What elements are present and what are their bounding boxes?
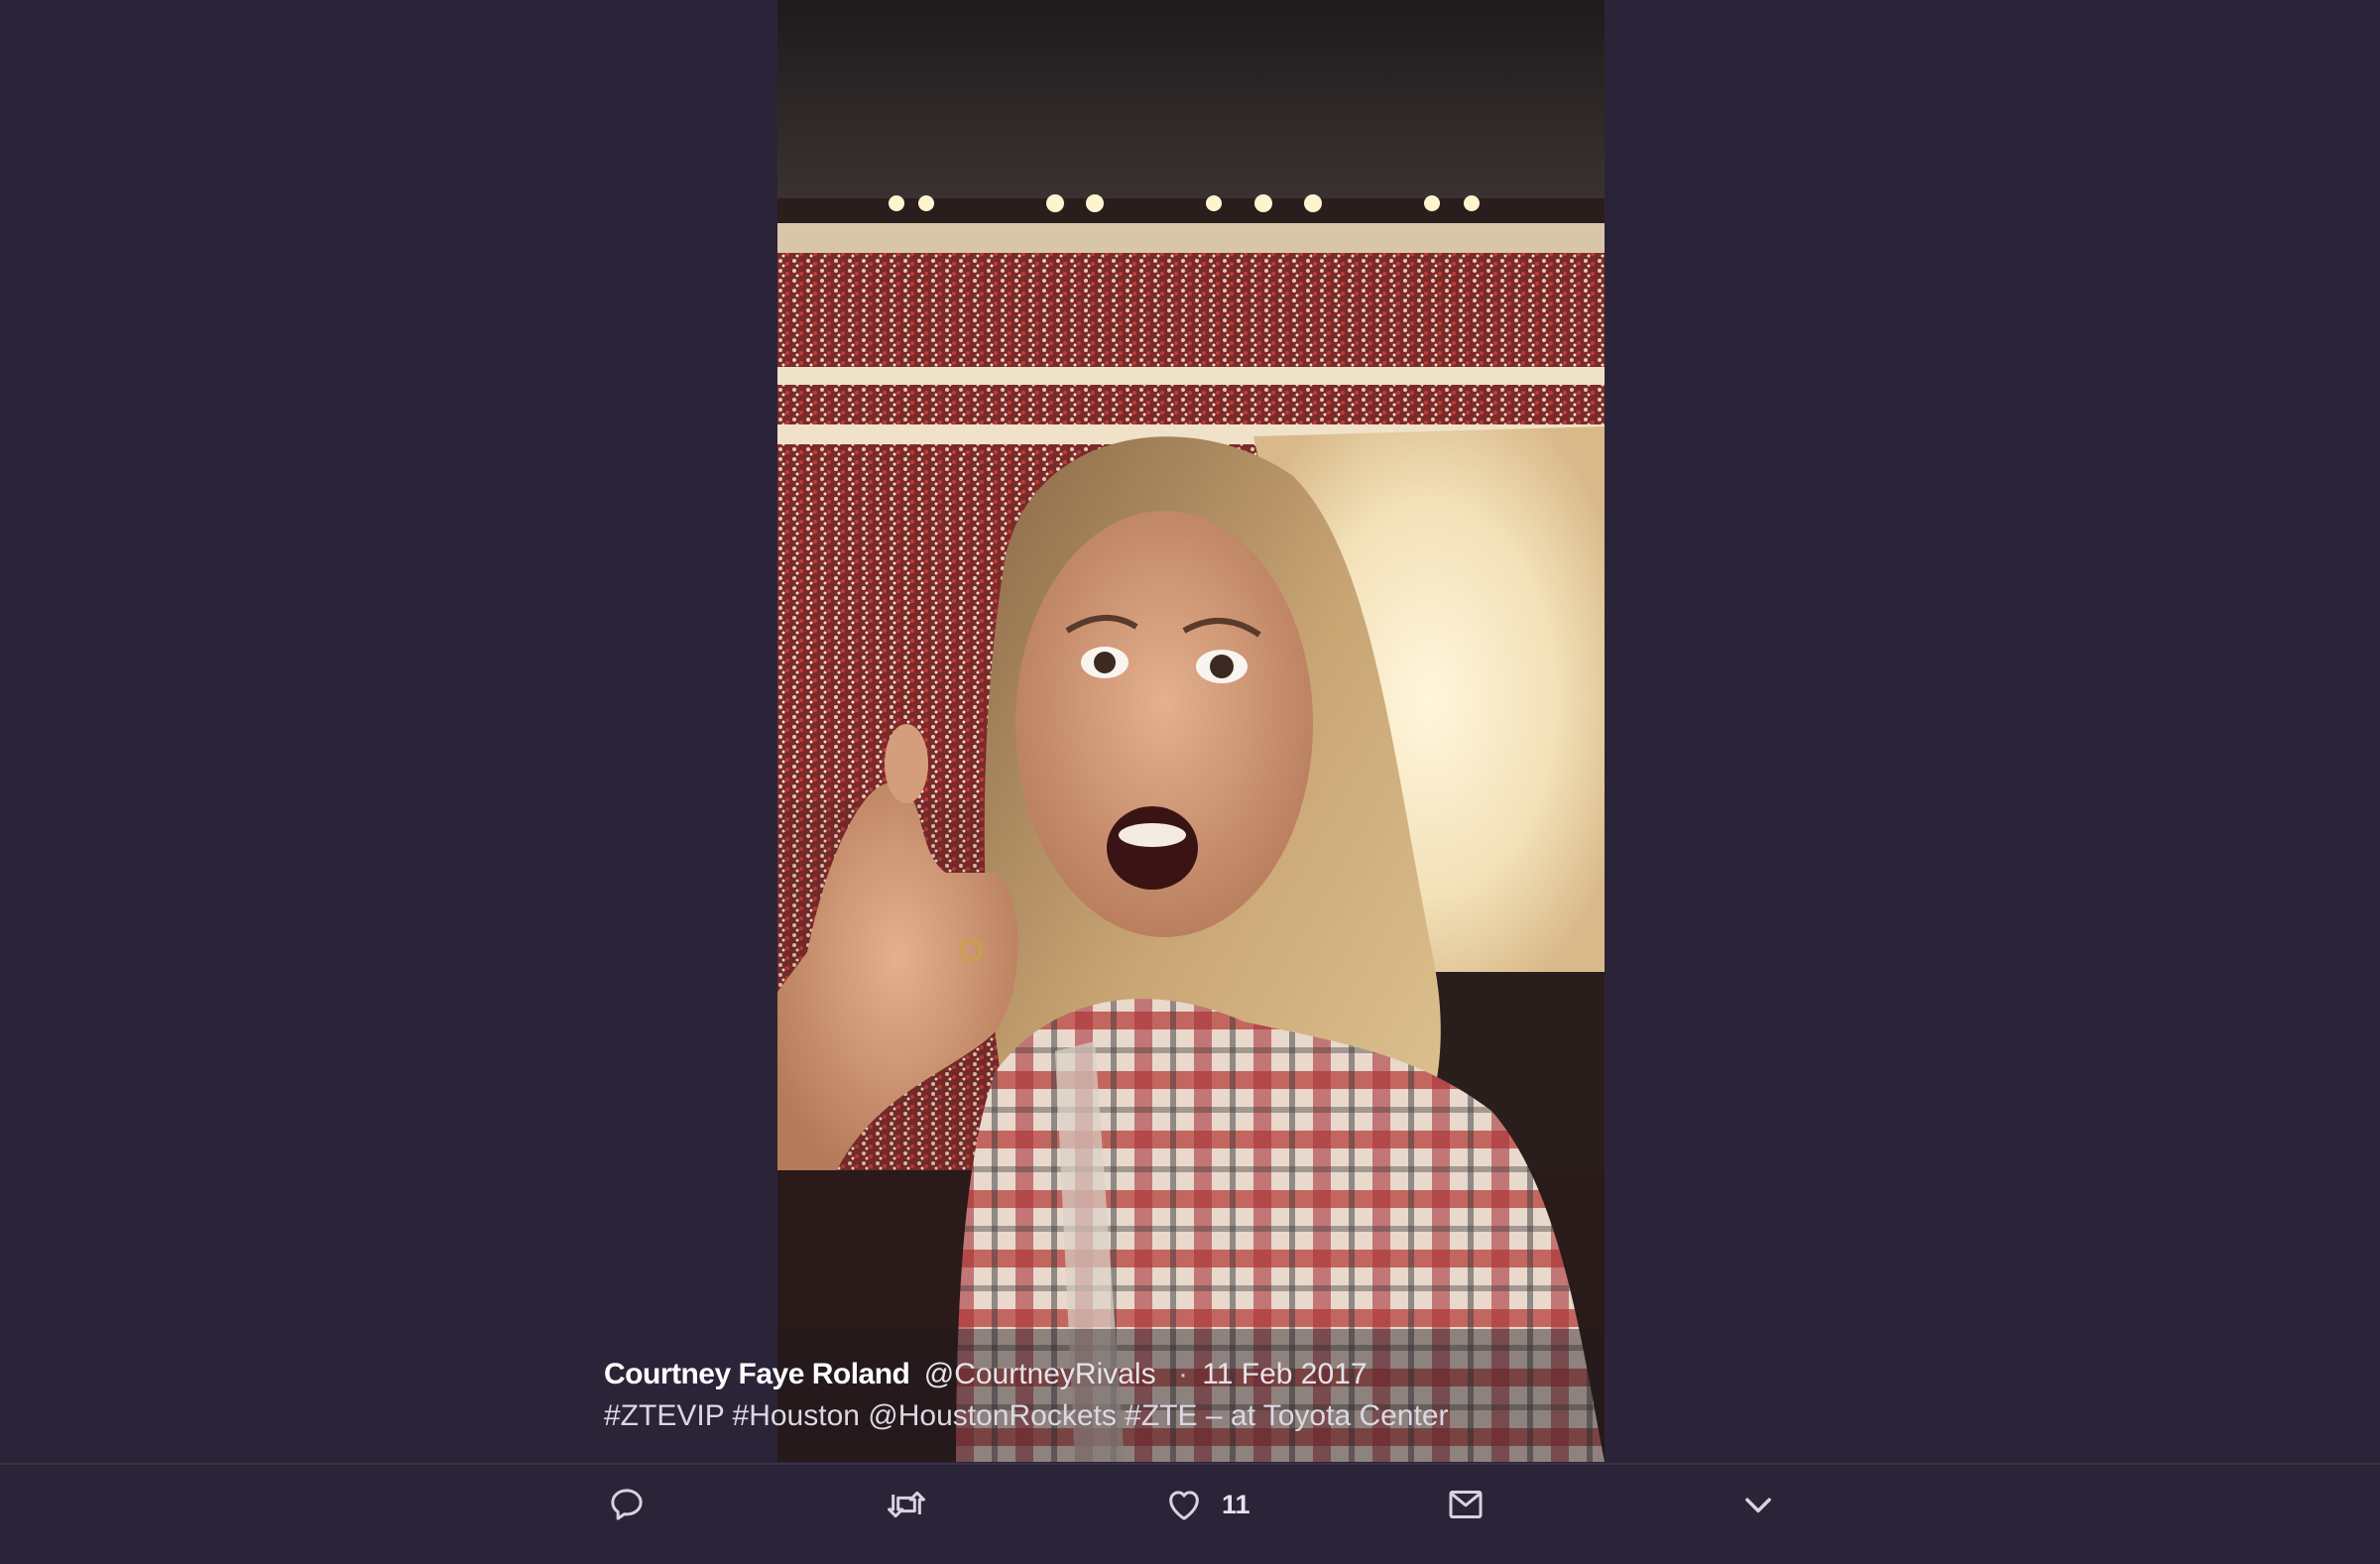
location-text[interactable]: – at Toyota Center xyxy=(1206,1399,1449,1432)
direct-message-button[interactable] xyxy=(1446,1485,1486,1524)
chevron-down-icon xyxy=(1745,1498,1771,1513)
tweet-action-bar: 11 xyxy=(0,1463,2380,1564)
tweet-date[interactable]: 11 Feb 2017 xyxy=(1202,1358,1367,1390)
photo-image xyxy=(777,0,1605,1462)
tweet-photo[interactable] xyxy=(777,0,1605,1462)
more-options-button[interactable] xyxy=(1739,1485,1777,1524)
author-handle[interactable]: @CourtneyRivals xyxy=(924,1358,1156,1390)
reply-icon xyxy=(611,1489,643,1520)
hashtag-ztevip[interactable]: #ZTEVIP xyxy=(604,1399,724,1432)
hashtag-zte[interactable]: #ZTE xyxy=(1125,1399,1197,1432)
hashtag-houston[interactable]: #Houston xyxy=(733,1399,860,1432)
mention-houstonrockets[interactable]: @HoustonRockets xyxy=(868,1399,1117,1432)
reply-button[interactable] xyxy=(607,1485,647,1524)
tweet-text: #ZTEVIP #Houston @HoustonRockets #ZTE – … xyxy=(604,1398,1449,1434)
heart-icon xyxy=(1169,1491,1199,1520)
media-lightbox: Courtney Faye Roland @CourtneyRivals · 1… xyxy=(0,0,2380,1564)
separator-dot: · xyxy=(1177,1358,1188,1390)
retweet-button[interactable] xyxy=(885,1485,928,1524)
author-display-name[interactable]: Courtney Faye Roland xyxy=(604,1358,910,1390)
tweet-author-line: Courtney Faye Roland @CourtneyRivals · 1… xyxy=(604,1357,1368,1392)
retweet-icon xyxy=(888,1491,925,1518)
like-button[interactable]: 11 xyxy=(1164,1485,1250,1524)
like-count: 11 xyxy=(1222,1489,1250,1519)
tweet-caption: Courtney Faye Roland @CourtneyRivals · 1… xyxy=(595,1329,1785,1462)
envelope-icon xyxy=(1449,1491,1483,1518)
